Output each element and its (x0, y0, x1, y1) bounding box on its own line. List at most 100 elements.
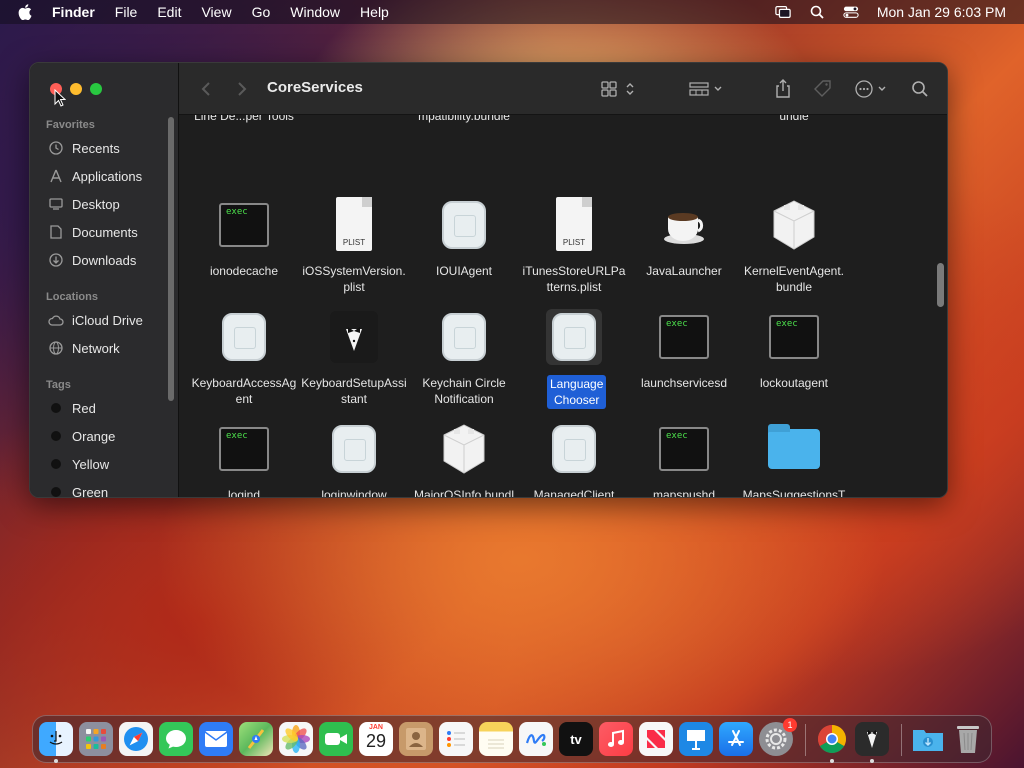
file-item-keychain-circle-notification[interactable]: Keychain Circle Notification (409, 309, 519, 407)
safari-icon[interactable] (119, 722, 153, 756)
contacts-icon[interactable] (399, 722, 433, 756)
plist-file-icon: PLIST (326, 197, 382, 253)
menu-window[interactable]: Window (290, 4, 340, 20)
share-icon[interactable] (775, 79, 791, 99)
file-item-lockoutagent[interactable]: exec lockoutagent (739, 309, 849, 391)
minimize-button[interactable] (70, 83, 82, 95)
plist-file-icon: PLIST (546, 197, 602, 253)
tag-color-dot (51, 431, 61, 441)
file-item-iouiagent[interactable]: IOUIAgent (409, 197, 519, 279)
chrome-icon[interactable] (815, 722, 849, 756)
menu-file[interactable]: File (115, 4, 138, 20)
menu-go[interactable]: Go (252, 4, 271, 20)
tag-icon[interactable] (813, 79, 833, 99)
sidebar-item-tag-red[interactable]: Red (48, 397, 96, 419)
file-item-keyboardsetupassistant[interactable]: KeyboardSetupAssistant (299, 309, 409, 407)
partial-item-label[interactable]: undle (739, 115, 849, 123)
tuxedo-icon[interactable] (855, 722, 889, 756)
search-icon[interactable] (911, 79, 929, 99)
tv-icon[interactable]: tv (559, 722, 593, 756)
music-icon[interactable] (599, 722, 633, 756)
downloads-folder-icon[interactable] (911, 722, 945, 756)
document-icon (48, 224, 64, 240)
file-item-managedclient[interactable]: ManagedClient (519, 421, 629, 497)
apple-menu-icon[interactable] (18, 4, 34, 20)
file-item-kerneleventagent-bundle[interactable]: KernelEventAgent.bundle (739, 197, 849, 295)
menu-bar: Finder File Edit View Go Window Help Mon… (0, 0, 1024, 24)
partial-item-label[interactable]: Line De...per Tools (189, 115, 299, 123)
sidebar-item-tag-orange[interactable]: Orange (48, 425, 115, 447)
launchpad-icon[interactable] (79, 722, 113, 756)
file-item-label: KernelEventAgent.bundle (743, 264, 845, 294)
file-item-mapssuggestions-folder[interactable]: MapsSuggestionsTranspo...lmodelc (739, 421, 849, 498)
calendar-day: 29 (365, 731, 387, 751)
sidebar-item-tag-green[interactable]: Green (48, 481, 108, 497)
notes-icon[interactable] (479, 722, 513, 756)
sidebar-item-recents[interactable]: Recents (48, 137, 120, 159)
menu-help[interactable]: Help (360, 4, 389, 20)
file-item-mapspushd[interactable]: exec mapspushd (629, 421, 739, 498)
file-item-itunesstoreurlpatterns-plist[interactable]: PLIST iTunesStoreURLPatterns.plist (519, 197, 629, 295)
sidebar-item-applications[interactable]: Applications (48, 165, 142, 187)
menu-app-name[interactable]: Finder (52, 4, 95, 20)
maps-icon[interactable] (239, 722, 273, 756)
sidebar-item-desktop[interactable]: Desktop (48, 193, 120, 215)
file-item-language-chooser[interactable]: Language Chooser (519, 309, 629, 409)
sidebar-item-label: Recents (72, 140, 120, 156)
window-title: CoreServices (267, 79, 363, 96)
file-item-label: JavaLauncher (646, 264, 722, 278)
file-item-majorosinfo-bundle[interactable]: MajorOSInfo.bundle (409, 421, 519, 497)
file-item-label: ionodecache (209, 264, 279, 278)
system-settings-icon[interactable]: 1 (759, 718, 797, 756)
menu-clock[interactable]: Mon Jan 29 6:03 PM (877, 4, 1006, 20)
forward-chevron-icon[interactable] (237, 79, 247, 99)
coffee-cup-icon (656, 197, 712, 253)
menu-edit[interactable]: Edit (157, 4, 181, 20)
file-item-loginwindow[interactable]: loginwindow (299, 421, 409, 497)
sidebar-item-downloads[interactable]: Downloads (48, 249, 136, 271)
screen-mirroring-icon[interactable] (775, 5, 791, 19)
file-item-javalauncher[interactable]: JavaLauncher (629, 197, 739, 279)
file-item-label: logind (227, 488, 261, 498)
news-icon[interactable] (639, 722, 673, 756)
file-item-iossystemversion-plist[interactable]: PLIST iOSSystemVersion.plist (299, 197, 409, 295)
file-item-label: MapsSuggestionsTranspo...lmodelc (742, 488, 846, 498)
file-item-label: KeyboardSetupAssistant (301, 376, 407, 406)
sidebar-item-tag-yellow[interactable]: Yellow (48, 453, 109, 475)
mail-icon[interactable] (199, 722, 233, 756)
photos-icon[interactable] (279, 722, 313, 756)
file-item-logind[interactable]: exec logind (189, 421, 299, 498)
calendar-icon[interactable]: JAN 29 (359, 722, 393, 756)
sidebar-item-label: Orange (72, 428, 116, 444)
sidebar-scrollbar[interactable] (168, 117, 174, 401)
sidebar-item-documents[interactable]: Documents (48, 221, 138, 243)
messages-icon[interactable] (159, 722, 193, 756)
file-item-label: mapspushd (652, 488, 716, 498)
app-store-icon[interactable] (719, 722, 753, 756)
control-center-icon[interactable] (843, 5, 859, 19)
partial-item-label[interactable]: mpatibility.bundle (409, 115, 519, 123)
content-scrollbar[interactable] (937, 263, 944, 307)
file-item-ionodecache[interactable]: exec ionodecache (189, 197, 299, 279)
mouse-cursor-icon (54, 89, 66, 107)
finder-icon[interactable] (39, 722, 73, 756)
trash-icon[interactable] (951, 722, 985, 756)
file-item-launchservicesd[interactable]: exec launchservicesd (629, 309, 739, 391)
reminders-icon[interactable] (439, 722, 473, 756)
sidebar-item-icloud-drive[interactable]: iCloud Drive (48, 309, 143, 331)
spotlight-search-icon[interactable] (809, 5, 825, 19)
facetime-icon[interactable] (319, 722, 353, 756)
keynote-icon[interactable] (679, 722, 713, 756)
file-item-keyboardaccessagent[interactable]: KeyboardAccessAgent (189, 309, 299, 407)
back-chevron-icon[interactable] (201, 79, 211, 99)
group-by-icon[interactable] (689, 79, 725, 99)
file-grid: Line De...per Tools mpatibility.bundle u… (179, 115, 947, 498)
view-grid-icon[interactable] (601, 79, 637, 99)
sidebar-item-network[interactable]: Network (48, 337, 120, 359)
more-actions-icon[interactable] (855, 79, 891, 99)
menu-view[interactable]: View (201, 4, 231, 20)
file-item-label: KeyboardAccessAgent (191, 376, 297, 406)
zoom-button[interactable] (90, 83, 102, 95)
tags-header: Tags (46, 379, 71, 391)
freeform-icon[interactable] (519, 722, 553, 756)
